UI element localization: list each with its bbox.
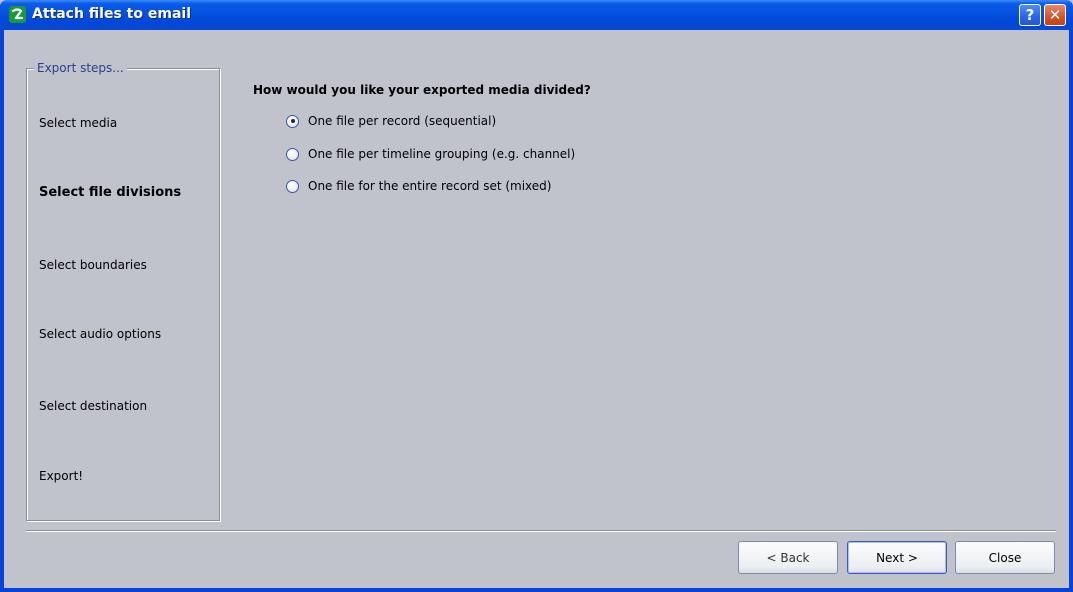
step-select-media: Select media (39, 116, 118, 130)
option-label: One file per record (sequential) (308, 114, 497, 128)
app-logo-icon (9, 6, 26, 23)
window-title: Attach files to email (32, 6, 191, 22)
export-steps-panel (26, 68, 220, 521)
option-one-file-entire-set[interactable]: One file for the entire record set (mixe… (286, 179, 551, 193)
option-label: One file per timeline grouping (e.g. cha… (308, 147, 576, 161)
back-button[interactable]: < Back (738, 541, 838, 574)
help-icon: ? (1025, 6, 1035, 24)
next-button[interactable]: Next > (847, 541, 947, 574)
option-one-file-per-record[interactable]: One file per record (sequential) (286, 114, 496, 128)
dialog-window: Attach files to email ? ✕ Export steps..… (0, 0, 1073, 592)
step-export: Export! (39, 469, 84, 483)
footer-divider (26, 530, 1056, 532)
step-select-file-divisions: Select file divisions (39, 185, 182, 200)
help-button[interactable]: ? (1019, 4, 1041, 26)
dialog-body: Export steps... Select media Select file… (4, 30, 1069, 588)
window-frame-bottom (0, 588, 1073, 592)
step-select-boundaries: Select boundaries (39, 258, 147, 272)
close-window-button[interactable]: ✕ (1044, 4, 1066, 26)
close-button[interactable]: Close (955, 541, 1055, 574)
close-icon: ✕ (1048, 6, 1062, 24)
radio-button[interactable] (286, 147, 299, 161)
division-question: How would you like your exported media d… (253, 83, 591, 97)
step-select-destination: Select destination (39, 399, 148, 413)
step-select-audio-options: Select audio options (39, 327, 162, 341)
radio-button[interactable] (286, 179, 299, 193)
option-one-file-per-grouping[interactable]: One file per timeline grouping (e.g. cha… (286, 147, 575, 161)
export-steps-legend: Export steps... (34, 61, 127, 75)
title-bar[interactable]: Attach files to email ? ✕ (0, 0, 1073, 30)
radio-button-checked[interactable] (286, 114, 299, 128)
option-label: One file for the entire record set (mixe… (308, 179, 552, 193)
